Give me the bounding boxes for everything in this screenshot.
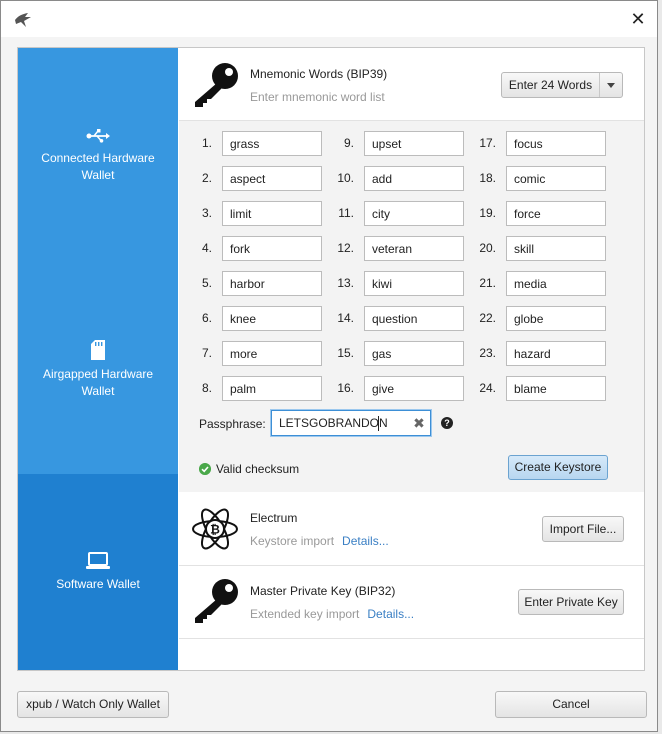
svg-text:₿: ₿ bbox=[210, 523, 220, 537]
word-number: 6. bbox=[201, 311, 212, 325]
word-count-label: Enter 24 Words bbox=[508, 78, 593, 92]
word-number: 2. bbox=[201, 171, 212, 185]
word-input[interactable] bbox=[222, 166, 322, 191]
passphrase-label: Passphrase: bbox=[199, 417, 266, 431]
mnemonic-title: Mnemonic Words (BIP39) bbox=[250, 67, 388, 81]
word-input[interactable] bbox=[506, 201, 606, 226]
laptop-icon bbox=[86, 552, 110, 569]
word-number: 15. bbox=[337, 346, 354, 360]
word-number: 3. bbox=[201, 206, 212, 220]
sidebar-item-software-wallet[interactable]: Software Wallet bbox=[18, 474, 178, 670]
word-input[interactable] bbox=[506, 166, 606, 191]
sd-card-icon bbox=[91, 340, 105, 360]
word-number: 14. bbox=[337, 311, 354, 325]
word-number: 24. bbox=[479, 381, 496, 395]
word-number: 13. bbox=[337, 276, 354, 290]
import-file-button[interactable]: Import File... bbox=[542, 516, 624, 542]
import-options-panel: Mnemonic Words (BIP39) Enter mnemonic wo… bbox=[179, 48, 644, 670]
passphrase-value: LETSGOBRANDON bbox=[279, 416, 388, 430]
word-input[interactable] bbox=[506, 306, 606, 331]
mnemonic-word-grid: 1. 2. 3. 4. 5. bbox=[179, 121, 644, 492]
import-wallet-dialog: ✕ Connected Hardware Wallet Airgapped Ha… bbox=[0, 0, 658, 732]
master-key-details-link[interactable]: Details... bbox=[367, 607, 414, 621]
electrum-icon: ₿ bbox=[192, 508, 238, 550]
text-caret bbox=[378, 416, 379, 431]
sidebar-item-connected-hardware[interactable]: Connected Hardware Wallet bbox=[18, 128, 178, 188]
check-circle-icon bbox=[199, 463, 211, 475]
master-key-title: Master Private Key (BIP32) bbox=[250, 584, 396, 598]
sparrow-app-icon bbox=[15, 13, 31, 27]
word-number: 19. bbox=[479, 206, 496, 220]
word-number: 21. bbox=[479, 276, 496, 290]
usb-icon bbox=[86, 129, 110, 143]
master-key-subtitle: Extended key import Details... bbox=[250, 607, 414, 621]
sidebar-item-airgapped-hardware[interactable]: Airgapped Hardware Wallet bbox=[18, 340, 178, 400]
word-number: 23. bbox=[479, 346, 496, 360]
word-number: 5. bbox=[201, 276, 212, 290]
word-input[interactable] bbox=[506, 341, 606, 366]
word-count-dropdown[interactable]: Enter 24 Words bbox=[501, 72, 623, 98]
word-number: 4. bbox=[201, 241, 212, 255]
word-number: 17. bbox=[479, 136, 496, 150]
dialog-content: Connected Hardware Wallet Airgapped Hard… bbox=[17, 47, 645, 671]
word-input[interactable] bbox=[506, 131, 606, 156]
chevron-down-icon[interactable] bbox=[599, 73, 622, 97]
mnemonic-header: Mnemonic Words (BIP39) Enter mnemonic wo… bbox=[179, 48, 644, 121]
word-input[interactable] bbox=[222, 201, 322, 226]
watch-only-wallet-button[interactable]: xpub / Watch Only Wallet bbox=[17, 691, 169, 718]
electrum-subtitle-text: Keystore import bbox=[250, 534, 335, 548]
cancel-button[interactable]: Cancel bbox=[495, 691, 647, 718]
word-input[interactable] bbox=[506, 271, 606, 296]
sidebar-item-label: Software Wallet bbox=[56, 577, 140, 591]
word-number: 12. bbox=[337, 241, 354, 255]
master-key-import-row: Master Private Key (BIP32) Extended key … bbox=[179, 566, 644, 639]
word-number: 18. bbox=[479, 171, 496, 185]
word-input[interactable] bbox=[506, 376, 606, 401]
word-input[interactable] bbox=[364, 306, 464, 331]
word-number: 7. bbox=[201, 346, 212, 360]
word-input[interactable] bbox=[222, 271, 322, 296]
word-number: 1. bbox=[201, 136, 212, 150]
word-input[interactable] bbox=[222, 306, 322, 331]
create-keystore-button[interactable]: Create Keystore bbox=[508, 455, 608, 480]
clear-icon[interactable]: ✖ bbox=[411, 414, 427, 432]
enter-private-key-button[interactable]: Enter Private Key bbox=[518, 589, 624, 615]
word-input[interactable] bbox=[364, 341, 464, 366]
sidebar-item-label: Airgapped Hardware Wallet bbox=[42, 367, 154, 398]
word-input[interactable] bbox=[364, 271, 464, 296]
wallet-type-sidebar: Connected Hardware Wallet Airgapped Hard… bbox=[18, 48, 178, 670]
key-icon bbox=[195, 63, 238, 107]
word-number: 9. bbox=[343, 136, 354, 150]
word-input[interactable] bbox=[222, 131, 322, 156]
word-number: 10. bbox=[337, 171, 354, 185]
word-input[interactable] bbox=[364, 376, 464, 401]
word-input[interactable] bbox=[364, 236, 464, 261]
checksum-status: Valid checksum bbox=[216, 462, 300, 476]
word-input[interactable] bbox=[222, 376, 322, 401]
master-key-subtitle-text: Extended key import bbox=[250, 607, 360, 621]
word-number: 20. bbox=[479, 241, 496, 255]
help-icon[interactable]: ? bbox=[441, 417, 453, 429]
word-input[interactable] bbox=[364, 201, 464, 226]
close-window-button[interactable]: ✕ bbox=[627, 8, 649, 30]
word-number: 22. bbox=[479, 311, 496, 325]
electrum-subtitle: Keystore import Details... bbox=[250, 534, 389, 548]
mnemonic-subtitle: Enter mnemonic word list bbox=[250, 90, 385, 104]
word-number: 16. bbox=[337, 381, 354, 395]
sidebar-item-label: Connected Hardware Wallet bbox=[41, 151, 155, 182]
word-number: 8. bbox=[201, 381, 212, 395]
word-input[interactable] bbox=[364, 166, 464, 191]
electrum-import-row: ₿ Electrum Keystore import Details... Imp… bbox=[179, 493, 644, 566]
word-input[interactable] bbox=[222, 236, 322, 261]
electrum-details-link[interactable]: Details... bbox=[342, 534, 389, 548]
word-input[interactable] bbox=[506, 236, 606, 261]
passphrase-input[interactable]: LETSGOBRANDON ✖ bbox=[271, 410, 431, 436]
title-bar: ✕ bbox=[1, 1, 657, 37]
key-icon bbox=[195, 579, 238, 623]
word-number: 11. bbox=[338, 206, 354, 220]
electrum-title: Electrum bbox=[250, 511, 298, 525]
word-input[interactable] bbox=[222, 341, 322, 366]
word-input[interactable] bbox=[364, 131, 464, 156]
